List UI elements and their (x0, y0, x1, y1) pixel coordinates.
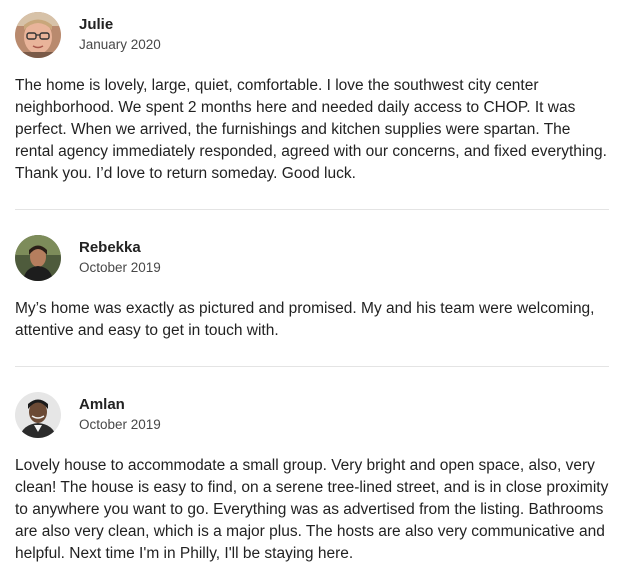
divider (15, 366, 609, 367)
reviewer-meta: Julie January 2020 (79, 15, 161, 55)
reviewer-meta: Amlan October 2019 (79, 395, 161, 435)
avatar-photo-rebekka-icon (15, 235, 61, 281)
review-header: Amlan October 2019 (15, 392, 610, 438)
review-item: Julie January 2020 The home is lovely, l… (15, 12, 610, 185)
reviewer-name[interactable]: Amlan (79, 395, 161, 415)
avatar[interactable] (15, 235, 61, 281)
review-date: October 2019 (79, 260, 161, 275)
reviewer-name[interactable]: Julie (79, 15, 161, 35)
avatar-photo-julie-icon (15, 12, 61, 58)
divider (15, 209, 609, 210)
review-item: Amlan October 2019 Lovely house to accom… (15, 392, 610, 565)
review-date: October 2019 (79, 417, 161, 432)
avatar-photo-amlan-icon (15, 392, 61, 438)
review-text: The home is lovely, large, quiet, comfor… (15, 77, 607, 182)
avatar[interactable] (15, 392, 61, 438)
avatar[interactable] (15, 12, 61, 58)
review-text: My’s home was exactly as pictured and pr… (15, 300, 595, 339)
reviews-list: Julie January 2020 The home is lovely, l… (0, 0, 618, 571)
reviewer-meta: Rebekka October 2019 (79, 238, 161, 278)
review-date: January 2020 (79, 37, 161, 52)
review-item: Rebekka October 2019 My’s home was exact… (15, 235, 610, 342)
review-header: Julie January 2020 (15, 12, 610, 58)
review-header: Rebekka October 2019 (15, 235, 610, 281)
reviewer-name[interactable]: Rebekka (79, 238, 161, 258)
review-text: Lovely house to accommodate a small grou… (15, 457, 609, 562)
